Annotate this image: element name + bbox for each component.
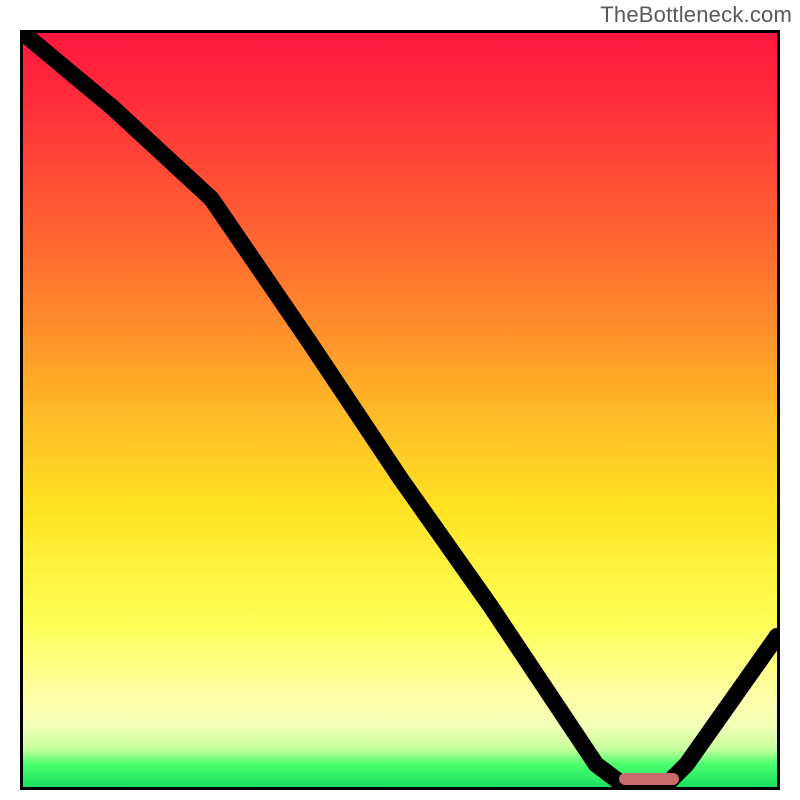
bottleneck-curve-path [23, 33, 777, 787]
watermark-text: TheBottleneck.com [600, 2, 792, 28]
bottleneck-curve [23, 33, 777, 787]
chart-frame [20, 30, 780, 790]
optimal-range-marker [619, 773, 679, 785]
